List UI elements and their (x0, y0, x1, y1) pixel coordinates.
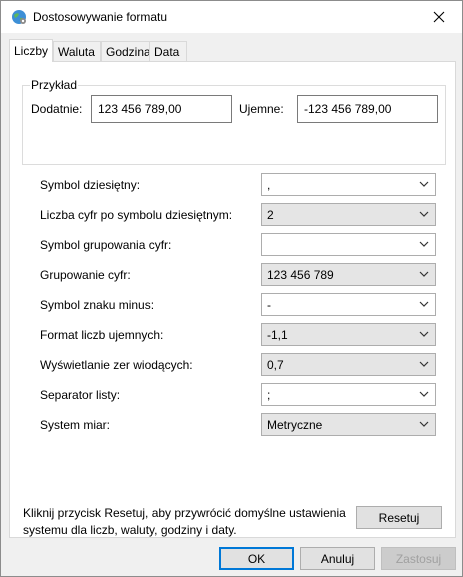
dialog-window: Dostosowywanie formatu Liczby Waluta God… (0, 0, 463, 577)
decimal-symbol-value: , (267, 178, 271, 192)
tab-data[interactable]: Data (149, 41, 187, 61)
negative-number-format-combo[interactable]: -1,1 (261, 323, 436, 346)
negative-example-field: -123 456 789,00 (297, 95, 438, 123)
negative-sign-symbol-value: - (267, 298, 271, 312)
negative-number-format-value: -1,1 (267, 328, 288, 342)
digit-grouping-label: Grupowanie cyfr: (40, 268, 131, 282)
digit-grouping-value: 123 456 789 (267, 268, 334, 282)
digit-grouping-combo[interactable]: 123 456 789 (261, 263, 436, 286)
negative-sign-symbol-label: Symbol znaku minus: (40, 298, 155, 312)
reset-note: Kliknij przycisk Resetuj, aby przywrócić… (23, 506, 346, 537)
measurement-system-label: System miar: (40, 418, 111, 432)
negative-label: Ujemne: (239, 102, 284, 116)
decimal-digits-value: 2 (267, 208, 274, 222)
chevron-down-icon (419, 271, 429, 277)
close-icon (433, 11, 445, 23)
positive-label: Dodatnie: (31, 102, 83, 116)
chevron-down-icon (419, 181, 429, 187)
close-button[interactable] (416, 1, 462, 33)
leading-zeros-value: 0,7 (267, 358, 284, 372)
tab-panel: Przykład Dodatnie: 123 456 789,00 Ujemne… (9, 61, 456, 538)
reset-button[interactable]: Resetuj (356, 506, 442, 529)
tab-liczby[interactable]: Liczby (9, 39, 53, 62)
chevron-down-icon (419, 391, 429, 397)
apply-button: Zastosuj (381, 547, 456, 570)
decimal-digits-label: Liczba cyfr po symbolu dziesiętnym: (40, 208, 233, 222)
list-separator-combo[interactable]: ; (261, 383, 436, 406)
list-separator-label: Separator listy: (40, 388, 121, 402)
list-separator-value: ; (267, 388, 271, 402)
decimal-digits-combo[interactable]: 2 (261, 203, 436, 226)
chevron-down-icon (419, 301, 429, 307)
title-bar: Dostosowywanie formatu (1, 1, 462, 33)
tab-waluta[interactable]: Waluta (53, 41, 101, 61)
chevron-down-icon (419, 421, 429, 427)
positive-example-field: 123 456 789,00 (91, 95, 232, 123)
window-title: Dostosowywanie formatu (33, 10, 168, 24)
digit-grouping-symbol-combo[interactable] (261, 233, 436, 256)
cancel-button[interactable]: Anuluj (300, 547, 375, 570)
chevron-down-icon (419, 211, 429, 217)
chevron-down-icon (419, 361, 429, 367)
leading-zeros-combo[interactable]: 0,7 (261, 353, 436, 376)
tab-godzina[interactable]: Godzina (101, 41, 151, 61)
ok-button[interactable]: OK (219, 547, 294, 570)
decimal-symbol-label: Symbol dziesiętny: (40, 178, 141, 192)
chevron-down-icon (419, 331, 429, 337)
globe-settings-icon (11, 9, 27, 25)
example-group-label: Przykład (30, 78, 79, 92)
digit-grouping-symbol-label: Symbol grupowania cyfr: (40, 238, 172, 252)
negative-sign-symbol-combo[interactable]: - (261, 293, 436, 316)
measurement-system-value: Metryczne (267, 418, 323, 432)
leading-zeros-label: Wyświetlanie zer wiodących: (40, 358, 193, 372)
chevron-down-icon (419, 241, 429, 247)
negative-number-format-label: Format liczb ujemnych: (40, 328, 164, 342)
example-group: Przykład Dodatnie: 123 456 789,00 Ujemne… (22, 78, 446, 165)
measurement-system-combo[interactable]: Metryczne (261, 413, 436, 436)
decimal-symbol-combo[interactable]: , (261, 173, 436, 196)
